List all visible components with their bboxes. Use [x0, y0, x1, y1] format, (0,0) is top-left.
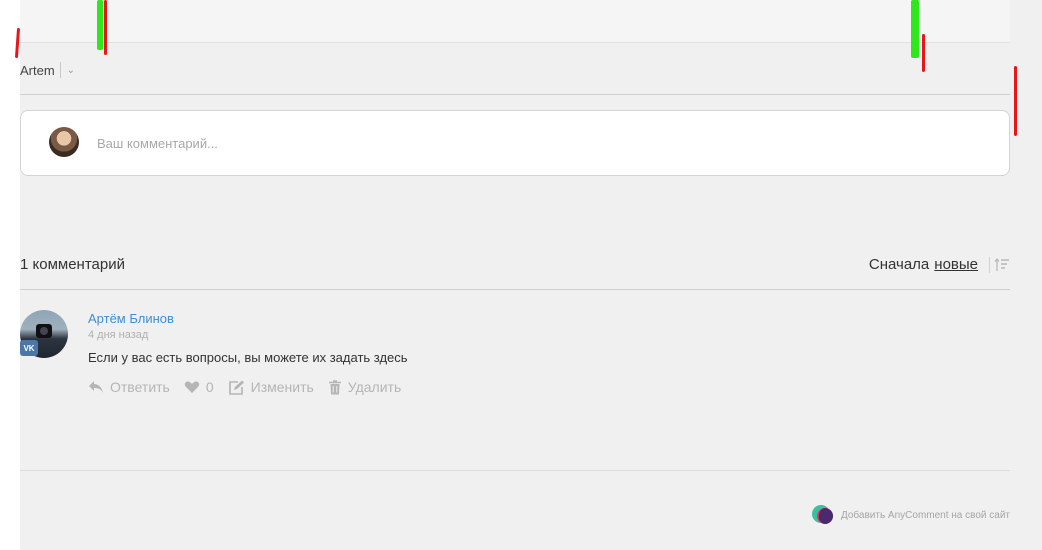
comment-input[interactable] [97, 133, 977, 153]
sort-link[interactable]: новые [934, 256, 978, 273]
heart-icon [184, 381, 200, 393]
comment-date: 4 дня назад [88, 329, 149, 341]
like-button[interactable]: 0 [184, 379, 214, 395]
red-mark-scribble [922, 34, 925, 72]
vk-icon: VK [20, 340, 38, 356]
anycomment-logo-icon [811, 505, 833, 524]
green-mark-scribble [911, 0, 919, 58]
edit-icon [228, 380, 244, 395]
red-mark-scribble [1014, 66, 1017, 136]
divider [59, 62, 61, 78]
green-mark-scribble [97, 0, 103, 50]
reply-label: Ответить [110, 379, 170, 395]
divider [20, 94, 1010, 95]
divider [20, 470, 1010, 471]
sort-prefix: Сначала [868, 256, 930, 273]
delete-label: Удалить [347, 379, 402, 395]
camera-icon [36, 324, 52, 338]
comments-count: 1 комментарий [20, 256, 125, 273]
comment-item: VK Артём Блинов 4 дня назад Если у вас е… [20, 310, 1010, 410]
divider [20, 289, 1010, 290]
anycomment-link[interactable]: Добавить AnyComment на свой сайт [811, 503, 1010, 527]
sort-icon[interactable] [994, 257, 1010, 272]
edit-label: Изменить [250, 379, 314, 395]
reply-button[interactable]: Ответить [88, 379, 170, 395]
anycomment-link-label: Добавить AnyComment на свой сайт [840, 509, 1010, 521]
reply-icon [89, 381, 103, 393]
delete-button[interactable]: Удалить [328, 379, 401, 395]
comment-text: Если у вас есть вопросы, вы можете их за… [88, 350, 408, 365]
user-name: Artem [20, 62, 55, 78]
content-area [20, 0, 1010, 43]
avatar [49, 127, 79, 157]
red-mark-scribble [104, 0, 107, 55]
like-count: 0 [205, 379, 214, 395]
user-switcher[interactable]: Artem ⌄ [20, 62, 75, 78]
comment-author[interactable]: Артём Блинов [88, 311, 174, 326]
trash-icon [328, 379, 341, 394]
chevron-down-icon[interactable]: ⌄ [67, 65, 75, 76]
comment-form [20, 110, 1010, 176]
sort-control: Сначала новые [869, 256, 1010, 273]
comment-actions: Ответить 0 Изменить Удалить [88, 379, 415, 395]
divider [989, 256, 990, 273]
edit-button[interactable]: Изменить [228, 379, 314, 395]
page-background [20, 0, 1042, 550]
